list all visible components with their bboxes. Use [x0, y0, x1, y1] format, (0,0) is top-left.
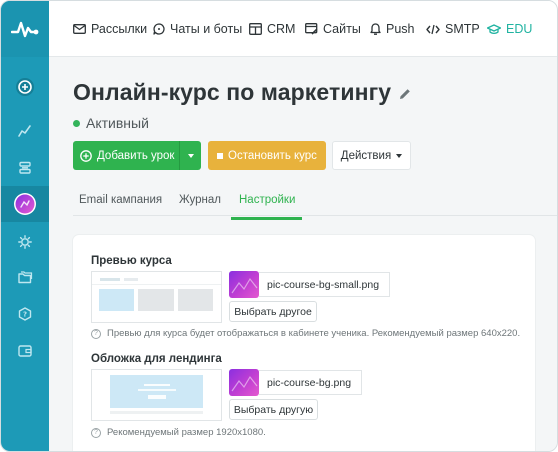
- envelope-icon: [73, 24, 86, 34]
- bell-icon: [370, 23, 381, 35]
- preview-file-name: pic-course-bg-small.png: [259, 272, 391, 297]
- settings-card: Превью курса pic-course-bg-small.png Выб…: [73, 235, 535, 451]
- pencil-icon[interactable]: [398, 87, 412, 101]
- sidebar-item-files[interactable]: [1, 263, 49, 291]
- code-icon: [426, 24, 440, 34]
- chart-line-icon: [18, 125, 31, 137]
- nav-label: Сайты: [323, 22, 361, 36]
- stop-course-label: Остановить курс: [228, 149, 317, 162]
- page-title: Онлайн-курс по маркетингу: [73, 79, 392, 105]
- wallet-icon: [18, 344, 32, 357]
- preview-placeholder-image: [92, 278, 221, 311]
- actions-button[interactable]: Действия: [332, 141, 411, 170]
- cover-title: Обложка для лендинга: [91, 353, 222, 365]
- cover-thumbnail: [91, 369, 222, 421]
- preview-title: Превью курса: [91, 255, 172, 267]
- nav-item-edu[interactable]: EDU: [487, 1, 532, 57]
- chat-bubble-icon: [153, 23, 165, 35]
- nav-label: EDU: [506, 22, 533, 36]
- nav-item-chats[interactable]: Чаты и боты: [153, 1, 242, 57]
- sidebar-item-course[interactable]: [1, 190, 49, 218]
- status-dot: [73, 119, 80, 127]
- chevron-down-icon: [187, 153, 194, 158]
- image-file-icon: [229, 271, 259, 298]
- site-edit-icon: [305, 23, 318, 35]
- stop-course-button[interactable]: Остановить курс: [208, 141, 326, 170]
- course-avatar-icon: [14, 193, 36, 215]
- help-icon: ?: [91, 328, 101, 339]
- svg-text:?: ?: [23, 311, 27, 319]
- sidebar-item-stats[interactable]: [1, 117, 49, 145]
- gear-icon: [18, 235, 32, 249]
- cover-placeholder-image: [110, 375, 203, 414]
- nav-item-sites[interactable]: Сайты: [305, 1, 361, 57]
- graduation-cap-icon: [487, 23, 501, 34]
- stop-icon: [217, 152, 224, 159]
- choose-preview-button[interactable]: Выбрать другое: [229, 301, 317, 322]
- pulse-logo-icon: [11, 21, 39, 38]
- preview-hint-text: Превью для курса будет отображаться в ка…: [107, 328, 521, 339]
- app-window: ? Рассылки Чаты и боты CRM Сайты Push SM…: [0, 0, 558, 452]
- logo[interactable]: [1, 1, 49, 57]
- actions-label: Действия: [340, 149, 392, 162]
- cover-file-name: pic-course-bg.png: [259, 370, 363, 395]
- nav-item-smtp[interactable]: SMTP: [426, 1, 480, 57]
- help-icon: ?: [91, 427, 101, 438]
- add-lesson-label: Добавить урок: [97, 149, 175, 162]
- nav-label: Чаты и боты: [170, 22, 243, 36]
- nav-item-crm[interactable]: CRM: [249, 1, 295, 57]
- tabs: Email кампания Журнал Настройки: [73, 183, 557, 216]
- status-text: Активный: [86, 115, 149, 131]
- choose-cover-button[interactable]: Выбрать другую: [229, 399, 318, 420]
- nav-label: Рассылки: [91, 22, 148, 36]
- sidebar-item-settings[interactable]: [1, 228, 49, 256]
- sidebar-item-layers[interactable]: [1, 154, 49, 182]
- add-lesson-dropdown[interactable]: [179, 141, 201, 170]
- help-icon: ?: [18, 307, 32, 321]
- plus-circle-icon: [16, 78, 34, 96]
- nav-label: SMTP: [445, 22, 480, 36]
- sidebar-item-billing[interactable]: [1, 336, 49, 364]
- cover-hint: ? Рекомендуемый размер 1920х1080.: [91, 427, 266, 438]
- folders-icon: [17, 270, 32, 283]
- layers-icon: [19, 161, 31, 174]
- sidebar-item-help[interactable]: ?: [1, 300, 49, 328]
- nav-item-push[interactable]: Push: [370, 1, 415, 57]
- active-tab-indicator: [231, 217, 302, 220]
- preview-thumbnail: [91, 271, 222, 323]
- chevron-down-icon: [396, 153, 403, 158]
- sidebar-item-create[interactable]: [1, 73, 49, 101]
- tab-journal[interactable]: Журнал: [179, 183, 221, 216]
- preview-hint: ? Превью для курса будет отображаться в …: [91, 328, 520, 339]
- add-lesson-button[interactable]: Добавить урок: [73, 141, 201, 170]
- nav-item-mailings[interactable]: Рассылки: [73, 1, 147, 57]
- tab-settings[interactable]: Настройки: [239, 183, 295, 216]
- plus-circle-icon: [80, 149, 92, 162]
- cover-hint-text: Рекомендуемый размер 1920х1080.: [107, 427, 266, 438]
- status: Активный: [73, 115, 149, 131]
- main-content: Онлайн-курс по маркетингу Активный Добав…: [49, 57, 557, 451]
- tab-email-campaign[interactable]: Email кампания: [79, 183, 162, 216]
- nav-label: Push: [386, 22, 415, 36]
- image-file-icon: [229, 369, 259, 396]
- nav-label: CRM: [267, 22, 296, 36]
- top-nav: Рассылки Чаты и боты CRM Сайты Push SMTP…: [49, 1, 557, 57]
- sidebar: ?: [1, 1, 49, 451]
- crm-icon: [249, 23, 262, 35]
